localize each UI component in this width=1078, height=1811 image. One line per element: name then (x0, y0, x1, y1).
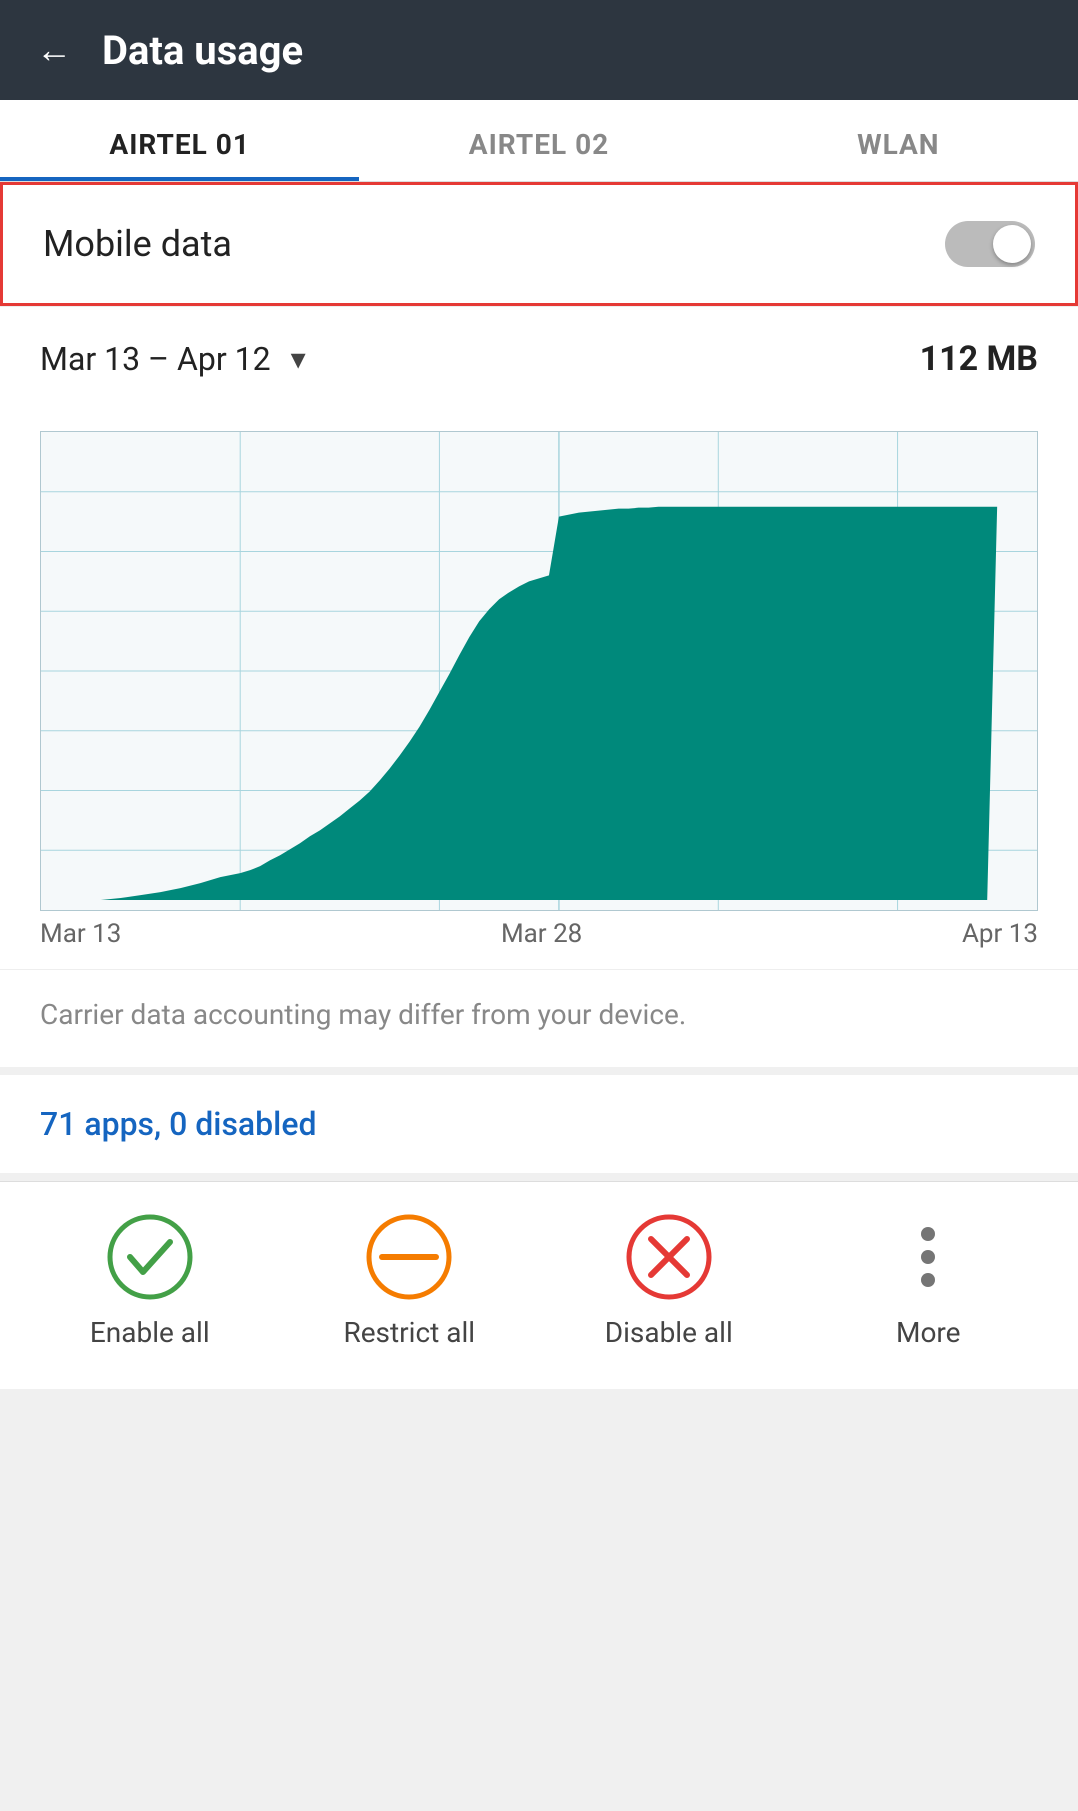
restrict-all-label: Restrict all (343, 1316, 475, 1349)
more-label: More (896, 1316, 961, 1349)
chart-wrapper (40, 431, 1038, 911)
apps-count-text: 71 apps, 0 disabled (40, 1105, 316, 1143)
mobile-data-toggle[interactable] (945, 221, 1035, 267)
more-button[interactable]: More (799, 1212, 1059, 1349)
carrier-note: Carrier data accounting may differ from … (0, 969, 1078, 1067)
apps-count-row: 71 apps, 0 disabled (0, 1067, 1078, 1173)
chart-x-labels: Mar 13 Mar 28 Apr 13 (40, 911, 1038, 949)
dots-vertical-icon (883, 1212, 973, 1302)
tab-airtel02[interactable]: AIRTEL 02 (359, 100, 718, 181)
x-circle-icon (624, 1212, 714, 1302)
enable-all-button[interactable]: Enable all (20, 1212, 280, 1349)
mobile-data-row: Mobile data (0, 182, 1078, 306)
chart-container: Mar 13 Mar 28 Apr 13 (0, 411, 1078, 969)
tab-bar: AIRTEL 01 AIRTEL 02 WLAN (0, 100, 1078, 182)
back-button[interactable]: ← (36, 29, 72, 71)
chart-label-mid: Mar 28 (501, 919, 582, 949)
chart-label-start: Mar 13 (40, 919, 121, 949)
restrict-all-button[interactable]: Restrict all (280, 1212, 540, 1349)
disable-all-label: Disable all (605, 1316, 733, 1349)
mobile-data-label: Mobile data (43, 223, 232, 265)
date-range-row: Mar 13 – Apr 12 ▾ 112 MB (0, 306, 1078, 411)
tab-airtel01[interactable]: AIRTEL 01 (0, 100, 359, 181)
action-bar: Enable all Restrict all Disable all More (0, 1181, 1078, 1389)
chevron-down-icon[interactable]: ▾ (291, 342, 306, 377)
page-title: Data usage (102, 27, 303, 74)
app-header: ← Data usage (0, 0, 1078, 100)
date-range-text: Mar 13 – Apr 12 (40, 340, 271, 378)
data-usage-amount: 112 MB (920, 339, 1038, 379)
check-circle-icon (105, 1212, 195, 1302)
data-usage-chart (41, 432, 1037, 910)
chart-label-end: Apr 13 (962, 919, 1038, 949)
enable-all-label: Enable all (90, 1316, 210, 1349)
tab-wlan[interactable]: WLAN (719, 100, 1078, 181)
block-circle-icon (364, 1212, 454, 1302)
disable-all-button[interactable]: Disable all (539, 1212, 799, 1349)
